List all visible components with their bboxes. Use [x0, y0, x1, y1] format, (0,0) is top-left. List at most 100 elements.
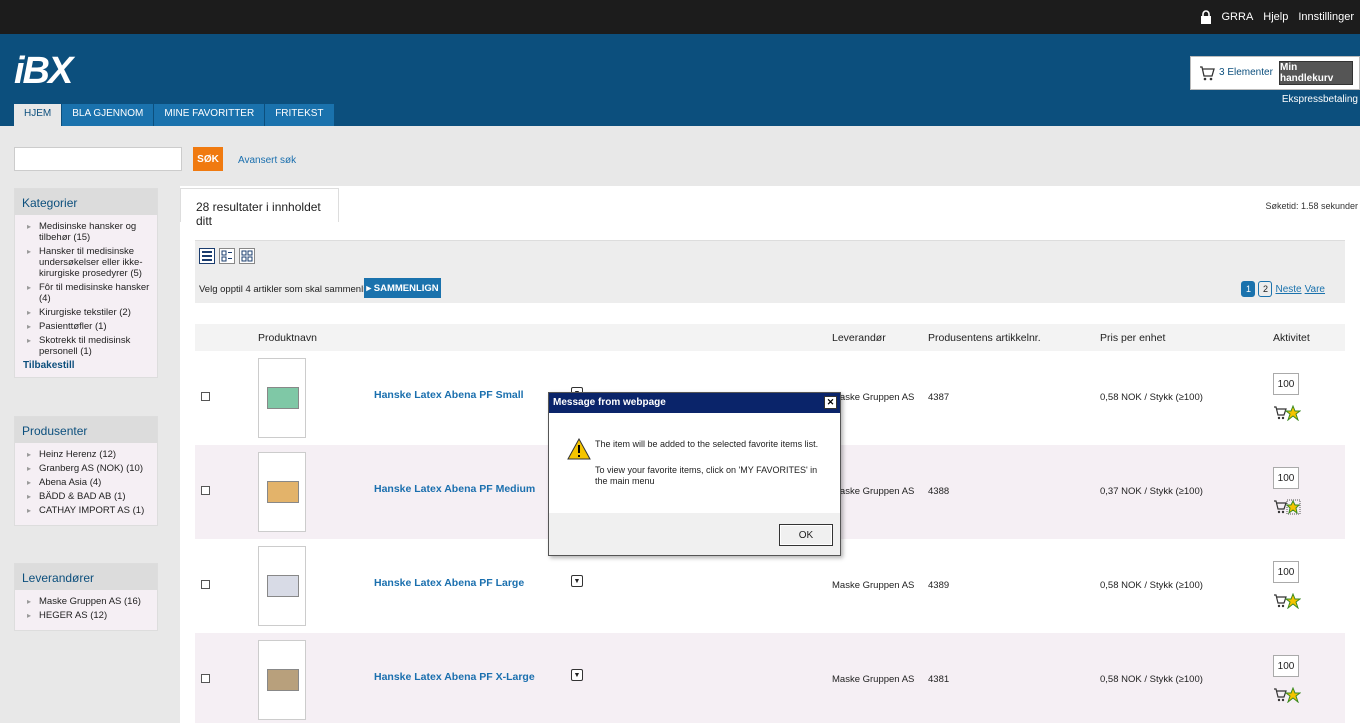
close-icon[interactable]: ✕ — [824, 396, 837, 409]
category-item[interactable]: Medisinske hansker og tilbehør (15) — [25, 221, 151, 243]
results-tab[interactable]: 28 resultater i innholdet ditt — [180, 188, 339, 228]
search-input[interactable] — [14, 147, 182, 171]
logo[interactable]: iBX — [14, 50, 73, 93]
category-item[interactable]: Hansker til medisinske undersøkelser ell… — [25, 246, 151, 279]
view-switcher — [199, 248, 255, 264]
manufacturers-title: Produsenter — [15, 417, 157, 443]
ok-button[interactable]: OK — [779, 524, 833, 546]
article-cell: 4388 — [928, 486, 950, 497]
top-bar: GRRA Hjelp Innstillinger — [0, 0, 1360, 34]
col-supplier: Leverandør — [832, 332, 886, 344]
supplier-cell: Maske Gruppen AS — [832, 580, 915, 591]
compare-checkbox[interactable] — [201, 392, 210, 401]
advanced-search-link[interactable]: Avansert søk — [238, 155, 296, 166]
supplier-cell: Maske Gruppen AS — [832, 486, 915, 497]
categories-facet: Kategorier Medisinske hansker og tilbehø… — [14, 188, 158, 378]
grid-view-icon[interactable] — [239, 248, 255, 264]
user-name[interactable]: GRRA — [1222, 11, 1254, 23]
quantity-input[interactable]: 100 — [1273, 655, 1299, 677]
col-price: Pris per enhet — [1100, 332, 1166, 344]
next-item-link[interactable]: Vare — [1305, 284, 1325, 295]
category-item[interactable]: Kirurgiske tekstiler (2) — [25, 307, 151, 318]
manufacturer-item[interactable]: BÄDD & BAD AB (1) — [25, 491, 151, 502]
cart-icon[interactable] — [1199, 65, 1215, 81]
manufacturer-item[interactable]: CATHAY IMPORT AS (1) — [25, 505, 151, 516]
my-cart-button[interactable]: Min handlekurv — [1279, 61, 1353, 85]
compare-instruction: Velg opptil 4 artikler som skal sammenli… — [199, 284, 389, 295]
price-cell: 0,58 NOK / Stykk (≥100) — [1100, 392, 1203, 403]
quantity-input[interactable]: 100 — [1273, 373, 1299, 395]
reset-link[interactable]: Tilbakestill — [23, 360, 151, 371]
tab-free-text[interactable]: FRITEKST — [265, 104, 334, 126]
settings-link[interactable]: Innstillinger — [1298, 11, 1354, 23]
categories-title: Kategorier — [15, 189, 157, 215]
article-cell: 4387 — [928, 392, 950, 403]
product-image[interactable] — [258, 546, 306, 626]
manufacturer-item[interactable]: Granberg AS (NOK) (10) — [25, 463, 151, 474]
add-to-cart-icon[interactable] — [1273, 592, 1302, 610]
warning-icon — [567, 437, 591, 463]
supplier-cell: Maske Gruppen AS — [832, 674, 915, 685]
list-view-icon[interactable] — [199, 248, 215, 264]
dialog-body: The item will be added to the selected f… — [549, 413, 840, 513]
table-row: Hanske Latex Abena PF X-Large ▼ Maske Gr… — [195, 633, 1345, 723]
col-name: Produktnavn — [258, 332, 317, 344]
lock-icon — [1200, 10, 1212, 24]
page-2[interactable]: 2 — [1258, 281, 1273, 297]
search-button[interactable]: SØK — [193, 147, 223, 171]
suppliers-facet: Leverandører Maske Gruppen AS (16) HEGER… — [14, 563, 158, 631]
favorite-dropdown-icon[interactable]: ▼ — [571, 669, 583, 681]
cart-box: 3 Elementer Min handlekurv — [1190, 56, 1360, 90]
compare-checkbox[interactable] — [201, 580, 210, 589]
article-cell: 4381 — [928, 674, 950, 685]
product-box-icon — [267, 669, 299, 691]
compare-checkbox[interactable] — [201, 486, 210, 495]
category-item[interactable]: Pasienttøfler (1) — [25, 321, 151, 332]
quantity-input[interactable]: 100 — [1273, 467, 1299, 489]
product-box-icon — [267, 481, 299, 503]
tab-home[interactable]: HJEM — [14, 104, 62, 126]
main-nav: HJEM BLA GJENNOM MINE FAVORITTER FRITEKS… — [14, 104, 334, 126]
supplier-item[interactable]: Maske Gruppen AS (16) — [25, 596, 151, 607]
supplier-item[interactable]: HEGER AS (12) — [25, 610, 151, 621]
category-item[interactable]: Skotrekk til medisinsk personell (1) — [25, 335, 151, 357]
dialog-titlebar: Message from webpage ✕ — [549, 393, 840, 413]
manufacturer-item[interactable]: Heinz Herenz (12) — [25, 449, 151, 460]
price-cell: 0,37 NOK / Stykk (≥100) — [1100, 486, 1203, 497]
supplier-cell: Maske Gruppen AS — [832, 392, 915, 403]
express-checkout-link[interactable]: Ekspressbetaling — [1282, 94, 1358, 105]
help-link[interactable]: Hjelp — [1263, 11, 1288, 23]
next-link[interactable]: Neste — [1275, 284, 1301, 295]
page-1[interactable]: 1 — [1241, 281, 1256, 297]
product-name-link[interactable]: Hanske Latex Abena PF Medium — [374, 483, 535, 495]
compare-button[interactable]: ▸ SAMMENLIGN — [364, 278, 441, 298]
pagination: 1 2 Neste Vare — [1241, 281, 1325, 297]
product-image[interactable] — [258, 358, 306, 438]
product-box-icon — [267, 575, 299, 597]
dialog-message-2: To view your favorite items, click on 'M… — [595, 465, 818, 486]
product-name-link[interactable]: Hanske Latex Abena PF Large — [374, 577, 524, 589]
product-name-link[interactable]: Hanske Latex Abena PF Small — [374, 389, 524, 401]
price-cell: 0,58 NOK / Stykk (≥100) — [1100, 674, 1203, 685]
col-activity: Aktivitet — [1273, 332, 1310, 344]
add-to-cart-icon[interactable] — [1273, 404, 1302, 422]
manufacturer-item[interactable]: Abena Asia (4) — [25, 477, 151, 488]
search-time: Søketid: 1.58 sekunder — [1265, 201, 1358, 211]
message-dialog: Message from webpage ✕ The item will be … — [548, 392, 841, 556]
product-box-icon — [267, 387, 299, 409]
category-item[interactable]: Fôr til medisinske hansker (4) — [25, 282, 151, 304]
table-header: Produktnavn Leverandør Produsentens arti… — [195, 324, 1345, 351]
product-name-link[interactable]: Hanske Latex Abena PF X-Large — [374, 671, 535, 683]
tab-browse[interactable]: BLA GJENNOM — [62, 104, 154, 126]
favorite-dropdown-icon[interactable]: ▼ — [571, 575, 583, 587]
product-image[interactable] — [258, 452, 306, 532]
add-to-cart-icon[interactable] — [1273, 686, 1302, 704]
article-cell: 4389 — [928, 580, 950, 591]
quantity-input[interactable]: 100 — [1273, 561, 1299, 583]
compare-checkbox[interactable] — [201, 674, 210, 683]
product-image[interactable] — [258, 640, 306, 720]
tab-favorites[interactable]: MINE FAVORITTER — [154, 104, 265, 126]
cart-count[interactable]: 3 Elementer — [1219, 67, 1273, 78]
detail-view-icon[interactable] — [219, 248, 235, 264]
add-to-cart-icon[interactable] — [1273, 499, 1301, 515]
